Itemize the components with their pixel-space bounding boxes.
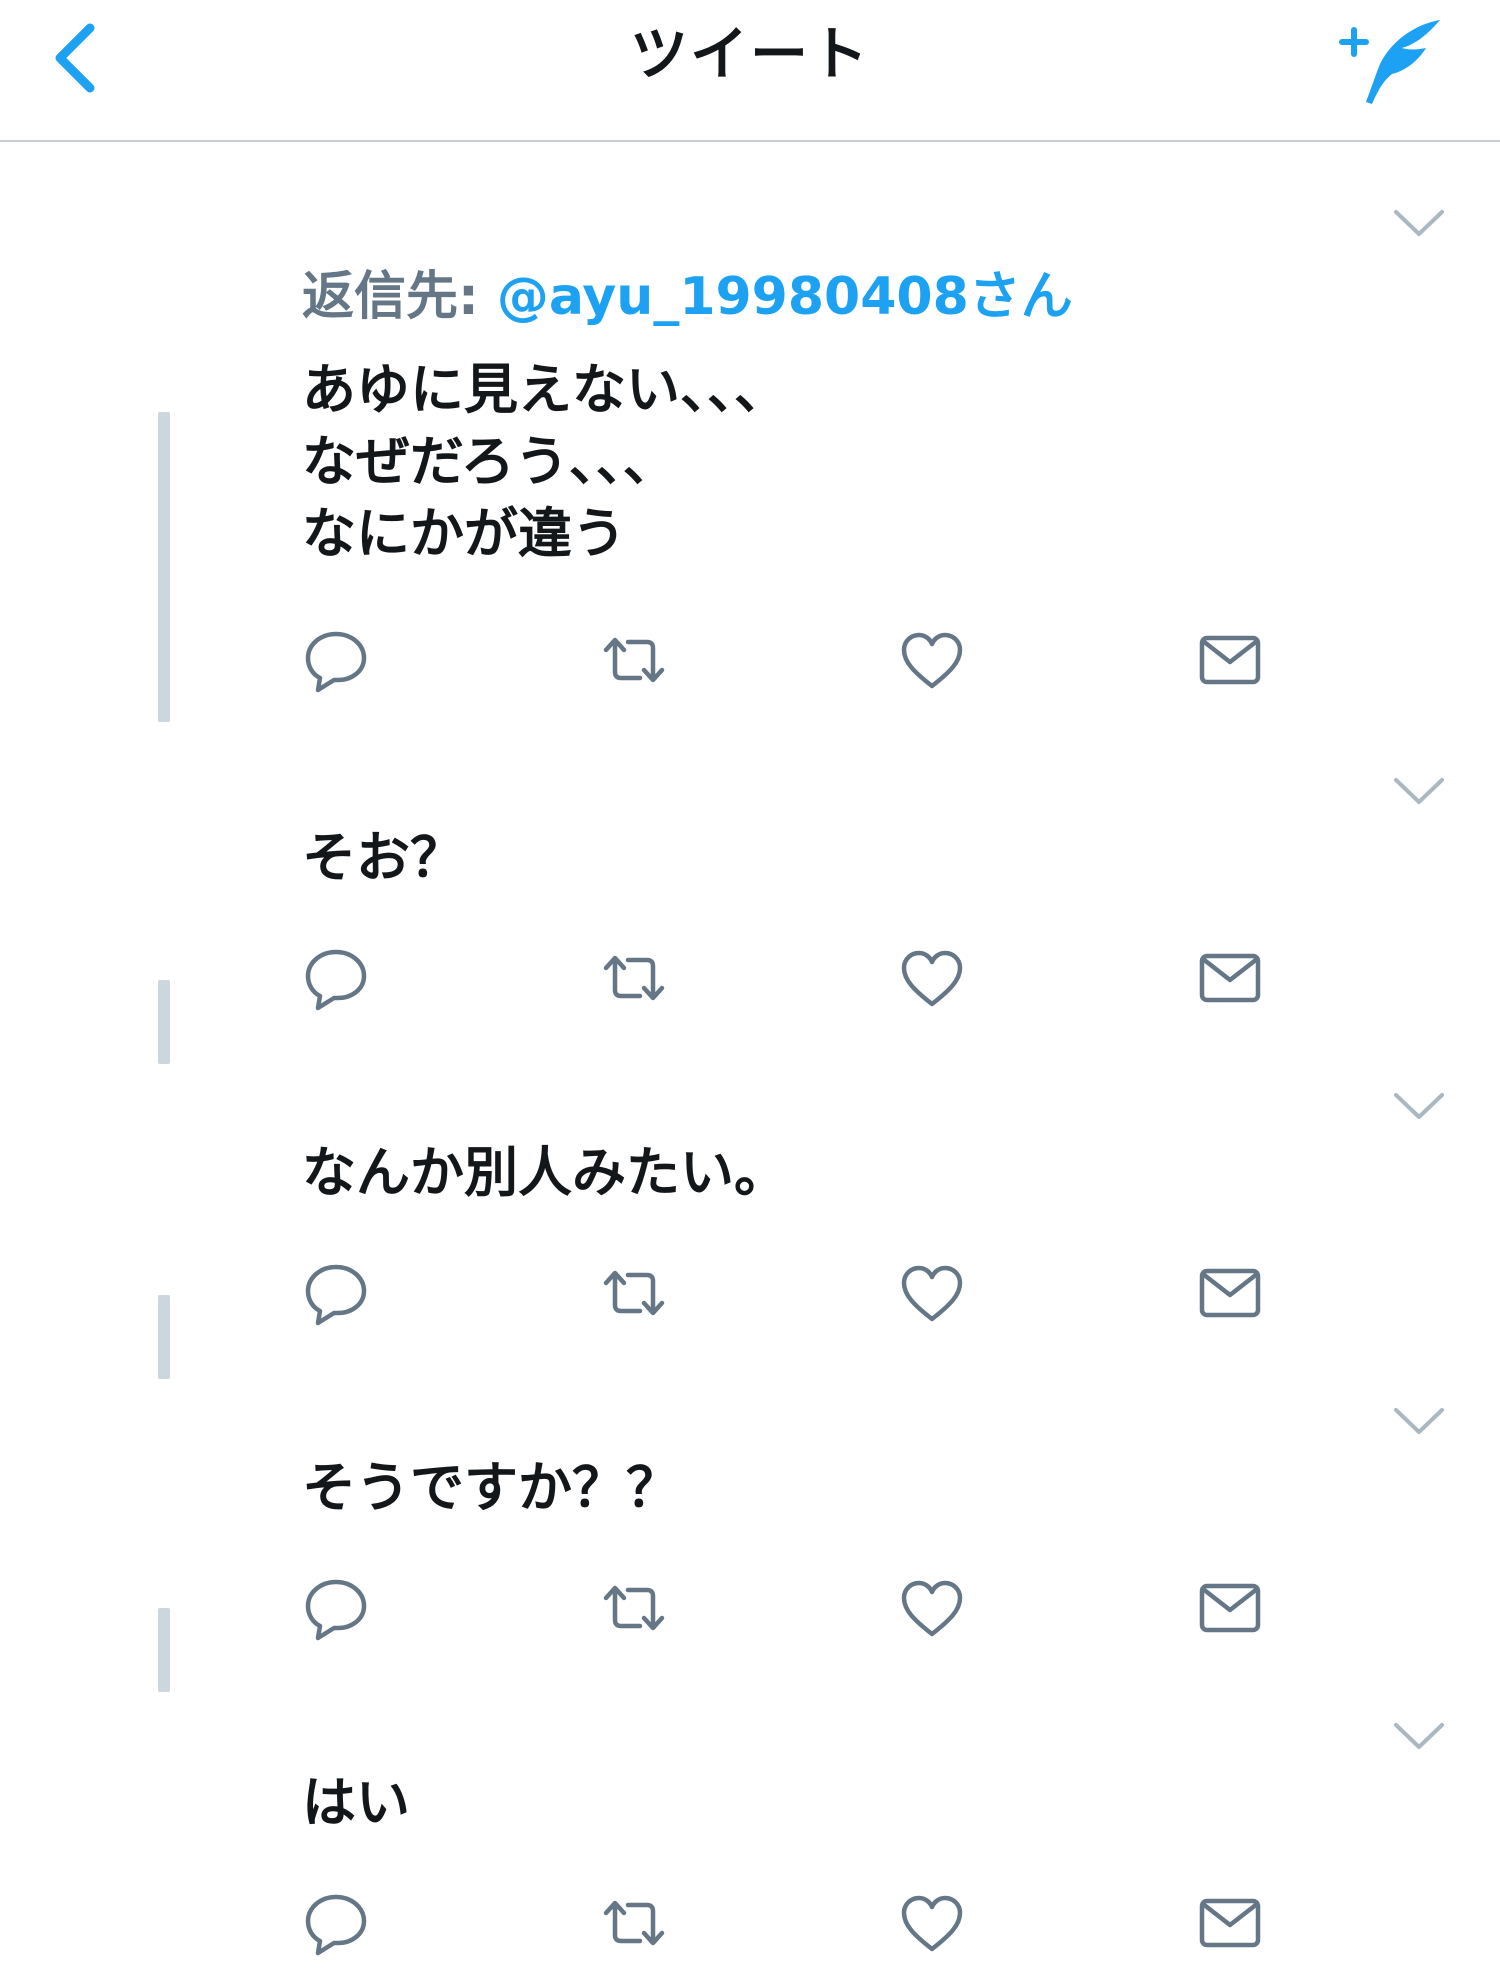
direct-message-button[interactable] [1190,620,1270,700]
reply-prefix: 返信先: [302,267,497,327]
like-button[interactable] [892,1883,972,1963]
direct-message-icon [1199,635,1261,685]
retweet-icon [603,1270,665,1316]
retweet-button[interactable] [594,620,674,700]
reply-icon [305,1264,367,1326]
direct-message-icon [1199,953,1261,1003]
reply-button[interactable] [296,938,376,1018]
direct-message-icon [1199,1268,1261,1318]
tweet-text: そうですか？？ [302,1456,680,1519]
retweet-icon [603,1900,665,1946]
reply-button[interactable] [296,1253,376,1333]
retweet-button[interactable] [594,938,674,1018]
top-navigation-bar: ツイート [0,0,1500,142]
retweet-button[interactable] [594,1568,674,1648]
retweet-icon [603,637,665,683]
reply-button[interactable] [296,1568,376,1648]
direct-message-button[interactable] [1190,1253,1270,1333]
reply-button[interactable] [296,1883,376,1963]
like-icon [901,950,963,1007]
tweet-action-bar [0,1883,1500,1963]
direct-message-button[interactable] [1190,938,1270,1018]
retweet-button[interactable] [594,1883,674,1963]
like-icon [901,632,963,689]
tweet-text: なんか別人みたい。 [302,1141,788,1204]
reply-icon [305,1894,367,1956]
chevron-down-icon[interactable] [1390,204,1448,240]
direct-message-button[interactable] [1190,1883,1270,1963]
tweet-action-bar [0,620,1500,700]
like-icon [901,1895,963,1952]
chevron-down-icon[interactable] [1390,1087,1448,1123]
tweet-text: あゆに見えない、、、 なぜだろう、、、 なにかが違う [302,358,788,565]
compose-tweet-button[interactable] [1336,12,1446,108]
like-icon [901,1580,963,1637]
chevron-down-icon[interactable] [1390,772,1448,808]
reply-icon [305,631,367,693]
reply-icon [305,949,367,1011]
reply-to-line: 返信先: @ayu_19980408さん [302,264,1073,330]
reply-button[interactable] [296,620,376,700]
tweet-action-bar [0,1253,1500,1333]
tweet-text: はい [302,1771,410,1834]
page-title: ツイート [629,20,870,88]
reply-icon [305,1579,367,1641]
direct-message-button[interactable] [1190,1568,1270,1648]
retweet-icon [603,955,665,1001]
compose-tweet-icon [1339,20,1440,104]
tweet-action-bar [0,938,1500,1018]
retweet-icon [603,1585,665,1631]
like-button[interactable] [892,1568,972,1648]
like-button[interactable] [892,1253,972,1333]
like-icon [901,1265,963,1322]
like-button[interactable] [892,620,972,700]
direct-message-icon [1199,1898,1261,1948]
chevron-down-icon[interactable] [1390,1402,1448,1438]
reply-to-handle-link[interactable]: @ayu_19980408さん [497,267,1073,327]
tweet-action-bar [0,1568,1500,1648]
chevron-down-icon[interactable] [1390,1717,1448,1753]
direct-message-icon [1199,1583,1261,1633]
retweet-button[interactable] [594,1253,674,1333]
like-button[interactable] [892,938,972,1018]
tweet-text: そお？ [302,826,464,889]
